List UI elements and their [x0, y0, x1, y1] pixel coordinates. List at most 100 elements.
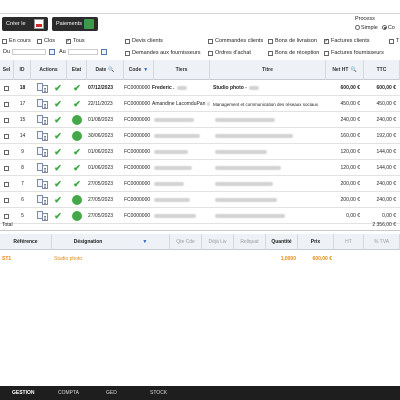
row-select[interactable]	[0, 128, 14, 144]
documents-icon	[37, 131, 49, 141]
row-validate[interactable]: ✔	[51, 160, 65, 176]
col-etat[interactable]: Etat	[67, 60, 87, 80]
date-to-input[interactable]	[68, 49, 98, 55]
row-validate[interactable]: ✔	[51, 112, 65, 128]
row-select[interactable]	[0, 160, 14, 176]
row-select[interactable]	[0, 96, 14, 112]
dcol-ht[interactable]: HT	[334, 234, 364, 250]
status-check-icon: ✔	[73, 146, 81, 157]
detail-quantite[interactable]: 1,0000	[268, 254, 296, 264]
filter-label: T	[396, 38, 400, 44]
row-validate[interactable]: ✔	[51, 192, 65, 208]
dcol-designation[interactable]: Désignation ▼	[52, 234, 170, 250]
create-document-button[interactable]: Créer le	[2, 17, 48, 31]
checkbox-icon	[3, 85, 9, 91]
table-row[interactable]: 7 ✔ ✔ 27/05/2023 FC0000000 200,00 € 240,00 €	[0, 176, 400, 192]
process-group: Process Simple Co	[355, 16, 395, 31]
status-check-icon: ✔	[73, 98, 81, 109]
table-row[interactable]: 14 ✔ 30/06/2023 FC0000000 160,00 € 192,00 €	[0, 128, 400, 144]
filter-truncated[interactable]: T	[389, 38, 399, 44]
filter-icon[interactable]: ▼	[143, 67, 148, 73]
filter-factures-fournisseurs[interactable]: Factures fournisseurs	[324, 50, 384, 56]
detail-prix[interactable]: 600,00 €	[300, 254, 332, 264]
dcol-tva[interactable]: % TVA	[364, 234, 400, 250]
filter-commandes-clients[interactable]: Commandes clients	[208, 38, 263, 44]
pdf-icon	[34, 19, 44, 29]
nav-tab-gestion[interactable]: GESTION	[12, 386, 35, 400]
row-validate[interactable]: ✔	[51, 80, 65, 96]
search-icon[interactable]: 🔍	[350, 67, 356, 73]
row-validate[interactable]: ✔	[51, 128, 65, 144]
table-row[interactable]: 17 ✔ ✔ 22/11/2023 FC0000000 Amandine LacomduP…	[0, 96, 400, 112]
col-tiers[interactable]: Tiers	[154, 60, 210, 80]
calendar-icon[interactable]	[101, 49, 107, 55]
filter-bons-livraison[interactable]: Bons de livraison	[268, 38, 317, 44]
calendar-icon[interactable]	[49, 49, 55, 55]
filter-en-cours[interactable]: En cours	[2, 38, 31, 44]
row-select[interactable]	[0, 80, 14, 96]
filter-devis-clients[interactable]: Devis clients	[125, 38, 163, 44]
process-simple-option[interactable]: Simple	[355, 25, 378, 31]
filter-factures-clients[interactable]: Factures clients	[324, 38, 370, 44]
dcol-quantite[interactable]: Quantité	[266, 234, 298, 250]
row-select[interactable]	[0, 192, 14, 208]
row-net-ht: 160,00 €	[340, 133, 360, 139]
filter-demandes-fournisseurs[interactable]: Demandes aux fournisseurs	[125, 50, 200, 56]
date-to-label: Au	[59, 49, 66, 55]
row-select[interactable]	[0, 112, 14, 128]
row-ttc: 144,00 €	[376, 165, 396, 171]
row-validate[interactable]: ✔	[51, 176, 65, 192]
col-id[interactable]: ID	[14, 60, 31, 80]
row-status	[67, 112, 87, 128]
redacted-block	[215, 198, 277, 202]
table-row[interactable]: 15 ✔ 01/08/2023 FC0000000 240,00 € 240,00 €	[0, 112, 400, 128]
dcol-deja-liv[interactable]: Déjà Liv	[202, 234, 234, 250]
payments-button[interactable]: Paiements	[52, 17, 98, 31]
row-validate[interactable]: ✔	[51, 144, 65, 160]
detail-reference[interactable]: ST1	[2, 254, 11, 264]
panel-divider[interactable]	[0, 230, 400, 231]
row-code: FC0000000	[124, 117, 151, 123]
radio-icon	[355, 25, 360, 31]
col-ttc[interactable]: TTC	[364, 60, 400, 80]
date-from-input[interactable]	[12, 49, 46, 55]
row-tiers	[152, 160, 210, 176]
col-sel[interactable]: Sel	[0, 60, 14, 80]
nav-tab-ged[interactable]: GED	[106, 386, 117, 400]
col-date[interactable]: Date 🔍	[87, 60, 124, 80]
dcol-prix[interactable]: Prix	[298, 234, 334, 250]
row-validate[interactable]: ✔	[51, 96, 65, 112]
col-actions[interactable]: Actions	[31, 60, 67, 80]
table-row[interactable]: 18 ✔ ✔ 07/12/2023 FC0000000 Frederic . Studio …	[0, 80, 400, 96]
filter-icon[interactable]: ▼	[142, 239, 147, 245]
row-code: FC0000000	[124, 85, 151, 91]
row-select[interactable]	[0, 176, 14, 192]
filter-tous[interactable]: Tous	[66, 38, 85, 44]
detail-designation[interactable]: Studio photo	[54, 254, 82, 264]
table-row[interactable]: 9 ✔ ✔ 01/06/2023 FC0000000 120,00 € 144,00 €	[0, 144, 400, 160]
redacted-block	[207, 102, 210, 106]
row-titre: Studio photo -	[213, 80, 325, 96]
row-ttc: 144,00 €	[376, 149, 396, 155]
dcol-reference[interactable]: Référence	[0, 234, 52, 250]
row-select[interactable]	[0, 144, 14, 160]
filter-clos[interactable]: Clos	[37, 38, 55, 44]
col-code[interactable]: Code ▼	[124, 60, 154, 80]
process-complex-option[interactable]: Co	[381, 25, 395, 31]
dcol-reliquat[interactable]: Reliquat	[234, 234, 266, 250]
status-check-icon: ✔	[73, 162, 81, 173]
col-net-ht[interactable]: Net HT 🔍	[326, 60, 364, 80]
search-icon[interactable]: 🔍	[108, 67, 114, 73]
nav-tab-stock[interactable]: STOCK	[150, 386, 167, 400]
filter-ordres-achat[interactable]: Ordres d'achat	[208, 50, 251, 56]
col-titre[interactable]: Titre	[210, 60, 326, 80]
dcol-qte-cde[interactable]: Qte Cde	[170, 234, 202, 250]
filter-bons-reception[interactable]: Bons de réception	[268, 50, 319, 56]
table-row[interactable]: 6 ✔ 27/05/2023 FC0000000 200,00 € 240,00 €	[0, 192, 400, 208]
nav-tab-compta[interactable]: COMPTA	[58, 386, 79, 400]
row-status: ✔	[67, 160, 87, 176]
table-row[interactable]: 8 ✔ ✔ 01/06/2023 FC0000000 120,00 € 144,00 €	[0, 160, 400, 176]
documents-icon	[37, 163, 49, 173]
row-net-ht: 240,00 €	[340, 117, 360, 123]
filter-label: Demandes aux fournisseurs	[132, 50, 201, 56]
